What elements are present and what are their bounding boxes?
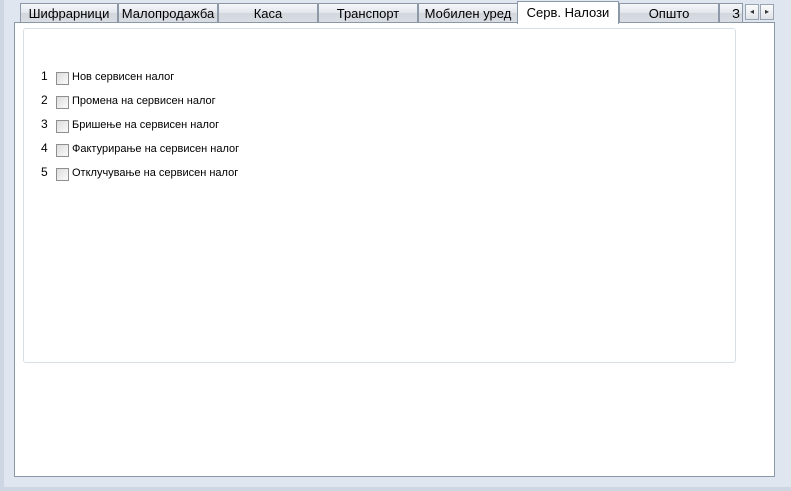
permission-number: 4 <box>41 141 48 155</box>
permission-checkbox[interactable] <box>56 120 69 133</box>
permission-label[interactable]: Бришење на сервисен налог <box>72 119 219 131</box>
tab-serv-nalozi[interactable]: Серв. Налози <box>517 1 619 24</box>
permission-number: 3 <box>41 117 48 131</box>
permission-number: 2 <box>41 93 48 107</box>
permission-label[interactable]: Отклучување на сервисен налог <box>72 167 238 179</box>
tab-strip: Шифрарници Малопродажба Каса Транспорт М… <box>0 0 791 24</box>
permission-checkbox[interactable] <box>56 72 69 85</box>
tab-maloprodazba[interactable]: Малопродажба <box>118 3 218 22</box>
tab-partial[interactable]: З <box>719 3 743 22</box>
permission-label[interactable]: Промена на сервисен налог <box>72 95 216 107</box>
window-frame-left <box>0 0 4 491</box>
permission-number: 5 <box>41 165 48 179</box>
tab-scroll-left-icon[interactable]: ◂ <box>745 4 759 20</box>
window-frame-bottom <box>0 487 791 491</box>
permission-checkbox[interactable] <box>56 168 69 181</box>
tab-shifrarnici[interactable]: Шифрарници <box>20 3 118 22</box>
tab-scroll-right-icon[interactable]: ▸ <box>760 4 774 20</box>
permission-checkbox[interactable] <box>56 96 69 109</box>
tab-opshto[interactable]: Општо <box>619 3 719 22</box>
tab-kasa[interactable]: Каса <box>218 3 318 22</box>
permission-label[interactable]: Нов сервисен налог <box>72 71 174 83</box>
permission-label[interactable]: Фактурирање на сервисен налог <box>72 143 239 155</box>
permissions-group: 1 Нов сервисен налог 2 Промена на сервис… <box>23 28 736 363</box>
permission-number: 1 <box>41 69 48 83</box>
tab-page-serv-nalozi: 1 Нов сервисен налог 2 Промена на сервис… <box>14 22 775 477</box>
tab-transport[interactable]: Транспорт <box>318 3 418 22</box>
tab-mobilen-ured[interactable]: Мобилен уред <box>418 3 518 22</box>
permission-checkbox[interactable] <box>56 144 69 157</box>
